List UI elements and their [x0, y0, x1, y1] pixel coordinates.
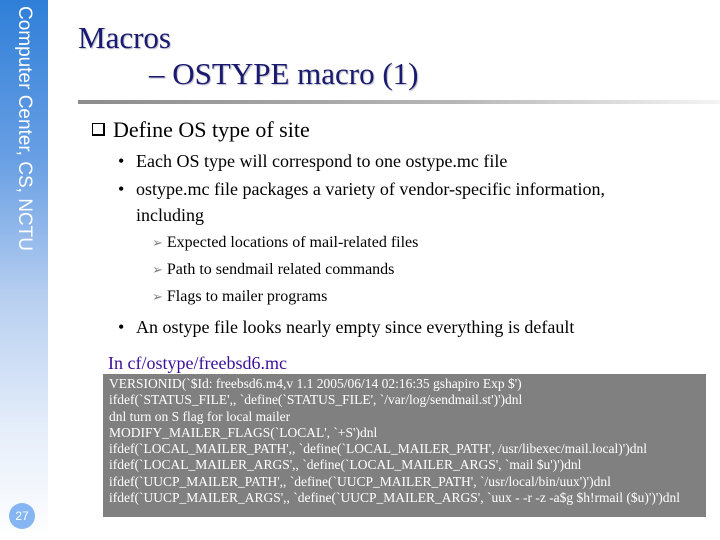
arrow-item-1: ➢ Expected locations of mail-related file… [152, 234, 419, 251]
code-line: ifdef(`STATUS_FILE',, `define(`STATUS_FI… [109, 392, 523, 408]
arrow-item-2: ➢ Path to sendmail related commands [152, 261, 395, 278]
org-label: Computer Center, CS, NCTU [14, 6, 35, 251]
arrow-bullet-icon: ➢ [152, 289, 163, 304]
checkbox-square-icon [92, 123, 105, 136]
code-line: dnl turn on S flag for local mailer [109, 408, 291, 424]
title-divider [78, 100, 720, 104]
bullet-dot-icon: • [118, 317, 125, 337]
code-line: ifdef(`LOCAL_MAILER_ARGS',, `define(`LOC… [109, 457, 582, 473]
code-block: VERSIONID(`$Id: freebsd6.m4,v 1.1 2005/0… [103, 374, 706, 517]
sidebar: Computer Center, CS, NCTU 27 [0, 0, 48, 540]
code-line: MODIFY_MAILER_FLAGS(`LOCAL', `+S')dnl [109, 424, 378, 440]
slide-title: Macros – OSTYPE macro (1) [78, 20, 418, 92]
sub-bullet-1: • Each OS type will correspond to one ost… [118, 148, 507, 174]
title-line-2: – OSTYPE macro (1) [149, 56, 419, 91]
bullet-define-os-type: Define OS type of site [92, 117, 310, 143]
code-file-label: In cf/ostype/freebsd6.mc [108, 353, 287, 373]
bullet-text: Define OS type of site [113, 117, 310, 142]
bullet-dot-icon: • [118, 151, 125, 171]
code-line: ifdef(`UUCP_MAILER_ARGS',, `define(`UUCP… [109, 490, 681, 506]
arrow-item-3: ➢ Flags to mailer programs [152, 288, 328, 305]
code-line: VERSIONID(`$Id: freebsd6.m4,v 1.1 2005/0… [109, 376, 522, 391]
sub-bullet-2: • ostype.mc file packages a variety of ve… [118, 176, 605, 202]
code-line: ifdef(`LOCAL_MAILER_PATH',, `define(`LOC… [109, 441, 647, 457]
code-line: ifdef(`UUCP_MAILER_PATH',, `define(`UUCP… [109, 473, 611, 489]
sub-bullet-2-continuation: including [136, 205, 204, 225]
arrow-bullet-icon: ➢ [152, 235, 163, 250]
page-number-badge: 27 [9, 503, 35, 529]
sub-bullet-3: • An ostype file looks nearly empty since… [118, 314, 574, 340]
bullet-dot-icon: • [118, 179, 125, 199]
arrow-bullet-icon: ➢ [152, 262, 163, 277]
title-line-1: Macros [78, 20, 171, 55]
